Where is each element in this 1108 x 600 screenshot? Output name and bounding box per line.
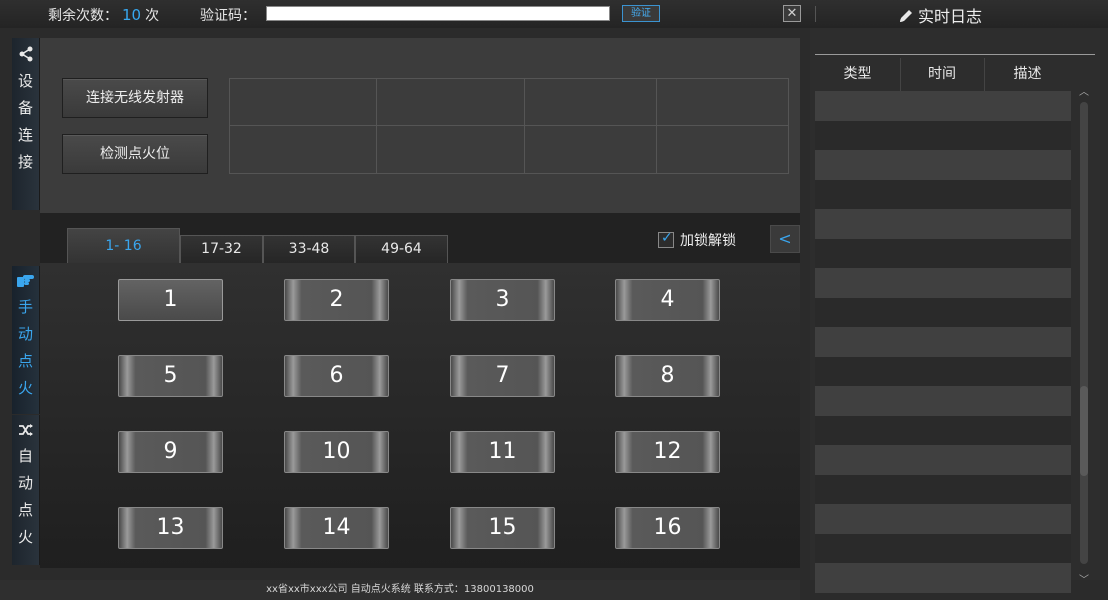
share-icon bbox=[12, 46, 39, 66]
log-col-desc: 描述 bbox=[1013, 66, 1042, 82]
log-row[interactable] bbox=[815, 563, 1071, 593]
device-connection-panel: 连接无线发射器 检测点火位 bbox=[40, 38, 800, 213]
log-col-time: 时间 bbox=[928, 66, 956, 82]
ignition-point-button[interactable]: 4 bbox=[615, 279, 720, 321]
ignition-point-button[interactable]: 12 bbox=[615, 431, 720, 473]
ignition-point-grid: 1 2 3 4 5 6 7 8 9 10 11 12 13 14 15 16 bbox=[40, 263, 800, 568]
hand-icon bbox=[12, 274, 39, 292]
grid-cell bbox=[377, 126, 525, 173]
detect-ignition-button[interactable]: 检测点火位 bbox=[62, 134, 208, 174]
device-status-grid bbox=[229, 78, 789, 174]
lock-checkbox[interactable] bbox=[658, 230, 674, 248]
tab-49-64[interactable]: 49-64 bbox=[355, 235, 448, 263]
ignition-point-button[interactable]: 16 bbox=[615, 507, 720, 549]
log-row[interactable] bbox=[815, 120, 1071, 150]
nav-device-connect[interactable]: 设 备 连 接 bbox=[12, 38, 40, 210]
log-title: 实时日志 bbox=[898, 3, 982, 27]
log-row[interactable] bbox=[815, 504, 1071, 534]
ignition-point-button[interactable]: 7 bbox=[450, 355, 555, 397]
ignition-point-button[interactable]: 11 bbox=[450, 431, 555, 473]
log-row[interactable] bbox=[815, 474, 1071, 504]
log-row[interactable] bbox=[815, 238, 1071, 268]
tab-1-16[interactable]: 1- 16 bbox=[67, 228, 180, 263]
ignition-point-button[interactable]: 5 bbox=[118, 355, 223, 397]
tab-17-32[interactable]: 17-32 bbox=[180, 235, 263, 263]
log-row[interactable] bbox=[815, 179, 1071, 209]
footer-info: xx省xx市xxx公司 自动点火系统 联系方式：13800138000 bbox=[0, 580, 800, 600]
ignition-point-button[interactable]: 9 bbox=[118, 431, 223, 473]
ignition-point-button[interactable]: 10 bbox=[284, 431, 389, 473]
log-row[interactable] bbox=[815, 445, 1071, 475]
scroll-down-icon[interactable]: ﹀ bbox=[1078, 574, 1090, 588]
ignition-point-button[interactable]: 14 bbox=[284, 507, 389, 549]
verification-code-label: 验证码： bbox=[200, 8, 256, 24]
ignition-point-button[interactable]: 2 bbox=[284, 279, 389, 321]
tab-33-48[interactable]: 33-48 bbox=[263, 235, 355, 263]
verification-code-input[interactable] bbox=[266, 6, 610, 21]
scroll-up-icon[interactable]: ︿ bbox=[1078, 86, 1090, 100]
verify-button[interactable]: 验证 bbox=[622, 5, 660, 22]
ignition-point-button[interactable]: 1 bbox=[118, 279, 223, 321]
log-panel: 类型 时间 描述 ︿ ﹀ bbox=[810, 28, 1100, 593]
side-navigation: 设 备 连 接 手 动 点 火 自 动 点 火 bbox=[12, 38, 40, 565]
lock-toggle[interactable]: 加锁解锁 bbox=[658, 230, 736, 250]
close-button[interactable]: ✕ bbox=[783, 5, 801, 22]
nav-auto-ignition[interactable]: 自 动 点 火 bbox=[12, 415, 40, 565]
shuffle-icon bbox=[12, 423, 39, 441]
log-scrollbar[interactable]: ︿ ﹀ bbox=[1078, 86, 1090, 586]
range-tabs-bar: 1- 16 17-32 33-48 49-64 加锁解锁 < bbox=[40, 213, 800, 263]
grid-cell bbox=[657, 79, 788, 126]
top-bar: 剩余次数： 10 次 验证码： 验证 ✕ 实时日志 bbox=[0, 0, 1108, 28]
grid-cell bbox=[525, 79, 657, 126]
grid-cell bbox=[230, 126, 377, 173]
scroll-thumb[interactable] bbox=[1080, 386, 1088, 476]
log-row[interactable] bbox=[815, 268, 1071, 298]
nav-manual-ignition[interactable]: 手 动 点 火 bbox=[12, 266, 40, 414]
ignition-point-button[interactable]: 8 bbox=[615, 355, 720, 397]
connect-transmitter-button[interactable]: 连接无线发射器 bbox=[62, 78, 208, 118]
log-col-type: 类型 bbox=[843, 66, 872, 82]
log-row[interactable] bbox=[815, 297, 1071, 327]
grid-cell bbox=[377, 79, 525, 126]
grid-cell bbox=[525, 126, 657, 173]
collapse-button[interactable]: < bbox=[770, 225, 800, 253]
divider bbox=[815, 6, 816, 22]
log-row[interactable] bbox=[815, 386, 1071, 416]
grid-cell bbox=[230, 79, 377, 126]
log-row[interactable] bbox=[815, 356, 1071, 386]
remaining-count-value: 10 bbox=[122, 6, 142, 24]
log-row[interactable] bbox=[815, 150, 1071, 180]
scroll-track[interactable] bbox=[1080, 102, 1088, 564]
ignition-point-button[interactable]: 6 bbox=[284, 355, 389, 397]
grid-cell bbox=[657, 126, 788, 173]
ignition-point-button[interactable]: 13 bbox=[118, 507, 223, 549]
log-row[interactable] bbox=[815, 415, 1071, 445]
remaining-count: 剩余次数： 10 次 bbox=[48, 6, 160, 24]
log-row[interactable] bbox=[815, 209, 1071, 239]
log-row[interactable] bbox=[815, 327, 1071, 357]
log-row[interactable] bbox=[815, 533, 1071, 563]
log-row[interactable] bbox=[815, 91, 1071, 121]
log-table-body bbox=[815, 91, 1071, 593]
divider bbox=[815, 54, 1095, 55]
log-header: 类型 时间 描述 bbox=[815, 58, 1071, 90]
ignition-point-button[interactable]: 15 bbox=[450, 507, 555, 549]
pencil-icon bbox=[900, 10, 912, 22]
ignition-point-button[interactable]: 3 bbox=[450, 279, 555, 321]
